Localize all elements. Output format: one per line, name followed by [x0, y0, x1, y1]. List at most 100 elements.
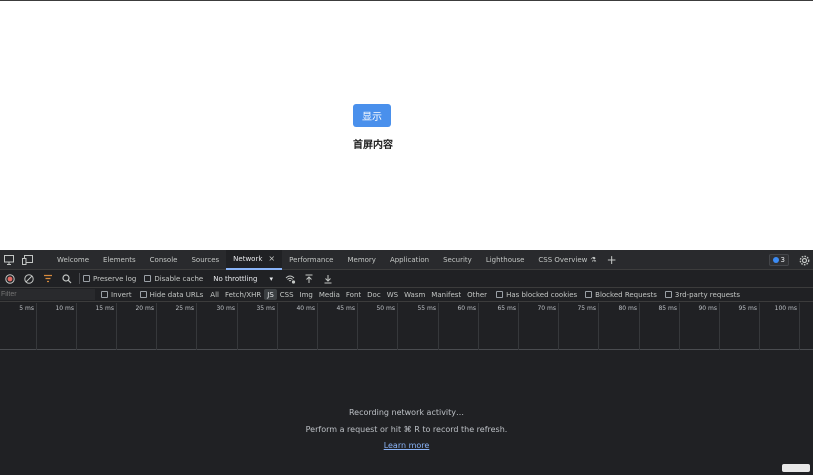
filter-type-doc[interactable]: Doc	[364, 289, 384, 300]
checkbox-box	[664, 291, 672, 298]
checkbox-box	[101, 291, 108, 298]
tab-label: Lighthouse	[485, 255, 525, 264]
timeline-gridline	[357, 303, 358, 350]
timeline-tick-label: 45 ms	[336, 305, 355, 312]
tab-sources[interactable]: Sources	[184, 250, 226, 270]
tab-performance[interactable]: Performance	[282, 250, 340, 270]
close-tab-icon[interactable]: ×	[268, 254, 275, 263]
timeline-tick-label: 5 ms	[19, 305, 34, 312]
tab-welcome[interactable]: Welcome	[50, 250, 96, 270]
import-har-icon[interactable]	[300, 270, 319, 288]
network-overview-timeline[interactable]: 5 ms 10 ms 15 ms 20 ms 25 ms 30 ms 35 ms 40 ms 4…	[0, 303, 813, 350]
has-blocked-cookies-label: Has blocked cookies	[506, 290, 578, 299]
devtools-right-controls: 3	[768, 250, 813, 270]
resource-type-filters: All Fetch/XHR JS CSS Img Media Font Doc WS Wasm Ma…	[207, 289, 490, 300]
timeline-gridline	[156, 303, 157, 350]
invert-checkbox[interactable]: Invert	[101, 291, 132, 299]
disable-cache-checkbox[interactable]: Disable cache	[144, 275, 203, 283]
add-tab-icon[interactable]: +	[604, 250, 620, 270]
network-conditions-icon[interactable]	[281, 270, 300, 288]
checkbox-box	[144, 275, 152, 282]
timeline-gridline	[196, 303, 197, 350]
preserve-log-label: Preserve log	[93, 274, 137, 283]
checkbox-box	[83, 275, 90, 282]
record-icon[interactable]	[0, 270, 19, 288]
filter-funnel-icon[interactable]	[38, 270, 57, 288]
search-icon[interactable]	[57, 270, 76, 288]
filter-type-wasm[interactable]: Wasm	[401, 289, 428, 300]
record-hint: Perform a request or hit ⌘ R to record t…	[305, 425, 508, 434]
timeline-gridline	[639, 303, 640, 350]
timeline-gridline	[679, 303, 680, 350]
issues-count: 3	[780, 256, 785, 264]
timeline-tick-label: 40 ms	[296, 305, 315, 312]
show-button[interactable]: 显示	[353, 104, 391, 127]
filter-type-font[interactable]: Font	[343, 289, 364, 300]
filter-type-img[interactable]: Img	[297, 289, 316, 300]
tab-label: Console	[149, 255, 178, 264]
timeline-gridline	[438, 303, 439, 350]
timeline-tick-label: 10 ms	[55, 305, 74, 312]
hide-data-urls-checkbox[interactable]: Hide data URLs	[139, 291, 203, 299]
checkbox-box	[139, 291, 147, 298]
preserve-log-checkbox[interactable]: Preserve log	[83, 275, 136, 283]
timeline-gridline	[558, 303, 559, 350]
filter-type-all[interactable]: All	[207, 289, 222, 300]
export-har-icon[interactable]	[319, 270, 338, 288]
timeline-tick-label: 55 ms	[417, 305, 436, 312]
blocked-requests-checkbox[interactable]: Blocked Requests	[585, 291, 657, 299]
devtools-panel: Welcome Elements Console Sources Network × Per…	[0, 249, 813, 475]
tab-label: Application	[389, 255, 430, 264]
filter-type-fetch-xhr[interactable]: Fetch/XHR	[222, 289, 264, 300]
network-empty-state: Recording network activity… Perform a re…	[0, 351, 813, 475]
tab-console[interactable]: Console	[143, 250, 185, 270]
tab-label: Memory	[347, 255, 376, 264]
tab-memory[interactable]: Memory	[340, 250, 382, 270]
disable-cache-label: Disable cache	[154, 274, 204, 283]
timeline-gridline	[518, 303, 519, 350]
network-filter-bar: Invert Hide data URLs AllFetch/XHRJSCSSI…	[0, 288, 813, 302]
timeline-tick-label: 70 ms	[537, 305, 556, 312]
has-blocked-cookies-checkbox[interactable]: Has blocked cookies	[496, 291, 577, 299]
tab-elements[interactable]: Elements	[96, 250, 143, 270]
timeline-gridline	[759, 303, 760, 350]
network-toolbar: Preserve log Disable cache No throttling…	[0, 270, 813, 288]
timeline-gridline	[116, 303, 117, 350]
tab-application[interactable]: Application	[383, 250, 436, 270]
learn-more-link[interactable]: Learn more	[384, 441, 430, 450]
timeline-gridline	[36, 303, 37, 350]
inspect-element-icon[interactable]	[0, 250, 18, 270]
timeline-gridline	[478, 303, 479, 350]
tab-security[interactable]: Security	[436, 250, 479, 270]
timeline-tick-label: 20 ms	[135, 305, 154, 312]
tab-label: Performance	[289, 255, 334, 264]
filter-type-other[interactable]: Other	[464, 289, 490, 300]
clear-icon[interactable]	[19, 270, 38, 288]
third-party-requests-checkbox[interactable]: 3rd-party requests	[664, 291, 740, 299]
timeline-tick-label: 65 ms	[497, 305, 516, 312]
timeline-gridline	[799, 303, 800, 350]
issues-badge[interactable]: 3	[768, 254, 789, 266]
timeline-tick-label: 90 ms	[698, 305, 717, 312]
timeline-gridline	[277, 303, 278, 350]
tab-lighthouse[interactable]: Lighthouse	[479, 250, 532, 270]
tab-network[interactable]: Network ×	[226, 249, 283, 270]
tab-css-overview[interactable]: CSS Overview ⚗	[531, 250, 603, 270]
filter-type-ws[interactable]: WS	[384, 289, 401, 300]
dropdown-arrow-icon: ▾	[269, 274, 273, 283]
learn-more-row: Learn more	[0, 441, 813, 450]
settings-gear-icon[interactable]	[795, 250, 813, 270]
filter-type-js[interactable]: JS	[264, 289, 277, 300]
filter-type-css[interactable]: CSS	[277, 289, 297, 300]
filter-type-media[interactable]: Media	[316, 289, 343, 300]
blocked-requests-label: Blocked Requests	[595, 290, 657, 299]
filter-input[interactable]	[0, 289, 95, 300]
timeline-tick-label: 75 ms	[577, 305, 596, 312]
tab-label: Elements	[103, 255, 136, 264]
timeline-gridline	[76, 303, 77, 350]
throttling-select[interactable]: No throttling ▾	[213, 275, 273, 283]
tab-label: CSS Overview	[538, 255, 588, 264]
throttling-value: No throttling	[213, 274, 258, 283]
filter-type-manifest[interactable]: Manifest	[428, 289, 464, 300]
device-toolbar-icon[interactable]	[18, 250, 36, 270]
